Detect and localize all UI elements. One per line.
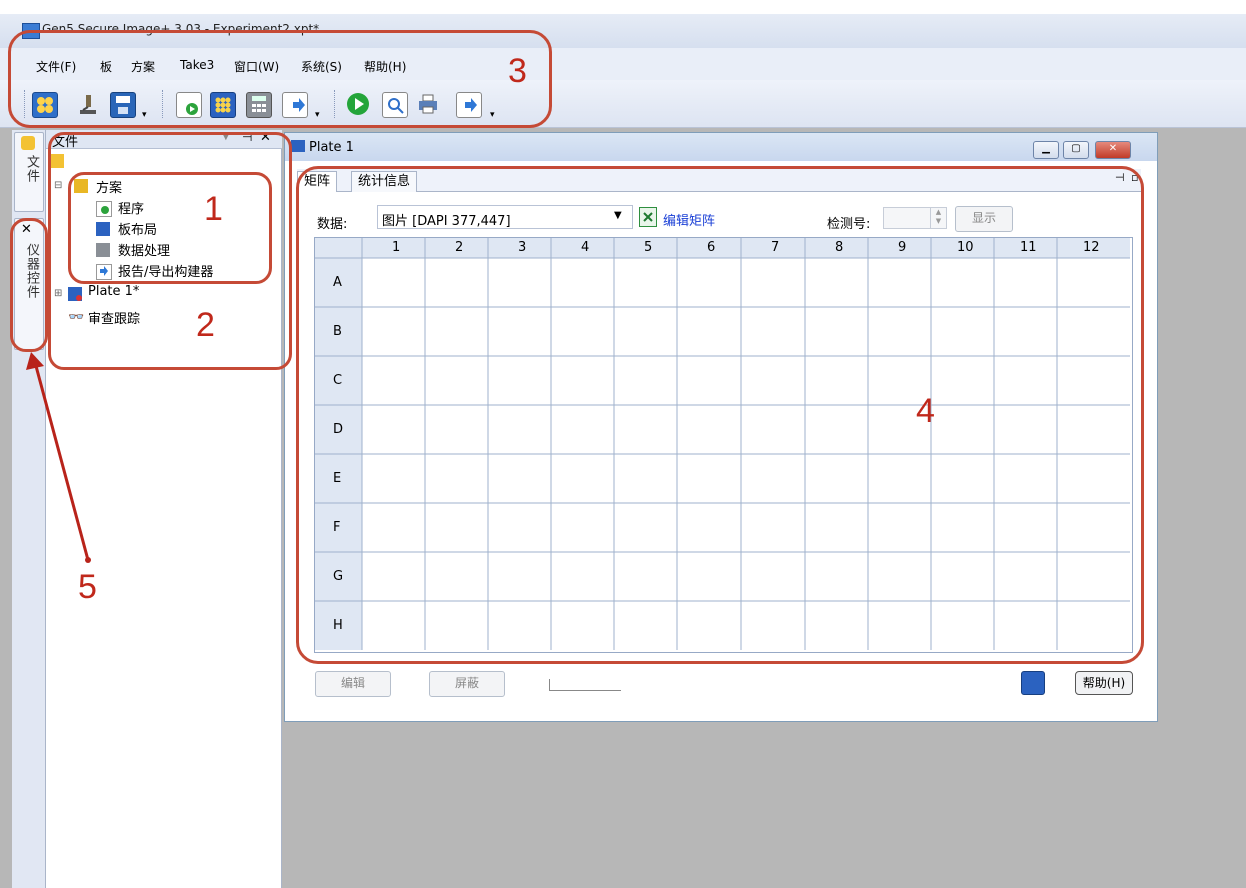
mask-button[interactable]: 屏蔽 (429, 671, 505, 697)
plate-window-title: Plate 1 (309, 140, 354, 155)
plate-window-titlebar: Plate 1 ▁ ▢ ✕ (285, 133, 1157, 161)
minimize-button[interactable]: ▁ (1033, 141, 1059, 159)
callout-number-4: 4 (916, 392, 935, 430)
callout-box-3 (8, 30, 552, 128)
options-icon[interactable] (1021, 671, 1045, 695)
callout-box-4 (296, 166, 1144, 664)
callout-box-2 (48, 132, 292, 370)
callout-number-2: 2 (196, 306, 215, 344)
side-tab-file[interactable]: 文件 (14, 132, 44, 212)
edit-button[interactable]: 编辑 (315, 671, 391, 697)
maximize-button[interactable]: ▢ (1063, 141, 1089, 159)
callout-arrow-5 (26, 352, 91, 563)
callout-number-3: 3 (508, 52, 527, 90)
legend-placeholder (549, 679, 621, 691)
plate-icon (291, 140, 305, 152)
window-close-button[interactable]: ✕ (1095, 141, 1131, 159)
callout-box-5 (10, 218, 48, 352)
side-tab-file-label: 文件 (24, 155, 39, 183)
help-button[interactable]: 帮助(H) (1075, 671, 1133, 695)
callout-number-5: 5 (78, 568, 97, 606)
folder-icon (21, 136, 35, 150)
